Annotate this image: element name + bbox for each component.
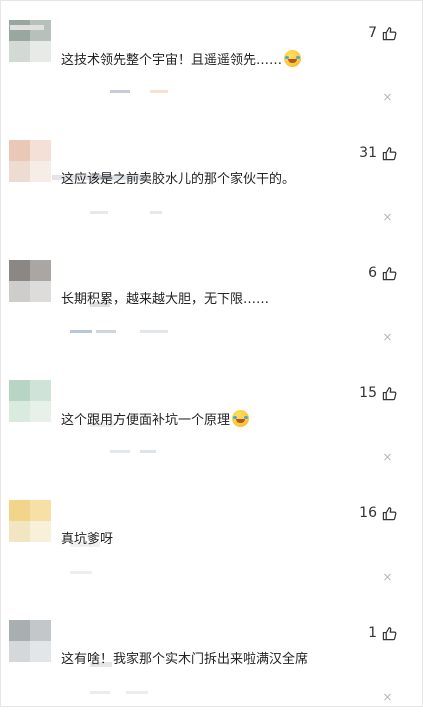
laughing-tears-emoji [232,410,250,427]
close-icon[interactable]: × [381,691,394,704]
like-count: 31 [359,145,377,161]
avatar-pixel: #cfcdcb [9,281,30,302]
avatar-pixel: #f4e0d6 [30,140,51,161]
comment-text-content: 这应该是之前卖胶水儿的那个家伙干的。 [61,172,296,187]
meta-blurred [70,559,96,574]
close-icon[interactable]: × [381,331,394,344]
avatar-pixel: #9aa7a0 [9,20,30,41]
avatar[interactable]: #a9aeb1#c3c7c9#d4d8da#e3e6e8 [9,620,51,662]
thumbs-up-icon [382,506,397,521]
avatar-pixel: #cfe3d8 [30,380,51,401]
avatar[interactable]: #8b8784#a9a6a3#cfcdcb#dedcdb [9,260,51,302]
meta-blurred [110,78,134,93]
avatar-pixel: #e9c8b8 [9,140,30,161]
comment-item: #9aa7a0#b7c0ba#d3d9d4#e6ebe7 这技术领先整个宇宙！且遥… [0,7,423,127]
avatar-pixel: #f7ede7 [30,161,51,182]
comment-item: #e9c8b8#f4e0d6#eedcd2#f7ede7 这应该是之前卖胶水儿的那… [0,127,423,247]
comment-text-content: 长期积累，越来越大胆，无下限…… [61,292,270,307]
avatar[interactable]: #f2d48a#f6e0a6#f2e6c2#f8f0d8 [9,500,51,542]
comment-item: #b7d4c5#cfe3d8#d9eade#e7f1ea 这个跟用方便面补坑一个原… [0,367,423,487]
close-icon[interactable]: × [381,451,394,464]
like-count: 1 [368,625,377,641]
comment-text: 这有啥！我家那个实木门拆出来啦满汉全席 [61,650,308,670]
thumbs-up-icon [382,146,397,161]
avatar-pixel: #e7f1ea [30,401,51,422]
laughing-tears-emoji [284,50,302,67]
avatar[interactable]: #b7d4c5#cfe3d8#d9eade#e7f1ea [9,380,51,422]
like-button[interactable]: 15 [359,385,397,401]
comment-text: 长期积累，越来越大胆，无下限…… [61,290,269,310]
like-count: 6 [368,265,377,281]
comment-text: 这技术领先整个宇宙！且遥遥领先…… [61,50,302,71]
close-icon[interactable]: × [381,91,394,104]
like-button[interactable]: 6 [368,265,397,281]
meta-blurred [96,318,120,333]
comment-text: 这应该是之前卖胶水儿的那个家伙干的。 [61,170,295,190]
avatar-pixel: #f2d48a [9,500,30,521]
meta-blurred [110,438,134,453]
comment-text-content: 这技术领先整个宇宙！且遥遥领先…… [61,53,283,68]
comment-item: #f2d48a#f6e0a6#f2e6c2#f8f0d8 真坑爹呀 16 × [0,487,423,607]
meta-blurred [150,78,172,93]
avatar[interactable]: #e9c8b8#f4e0d6#eedcd2#f7ede7 [9,140,51,182]
like-count: 15 [359,385,377,401]
like-count: 7 [368,25,377,41]
avatar-pixel: #dedcdb [30,281,51,302]
like-button[interactable]: 7 [368,25,397,41]
comment-text-content: 真坑爹呀 [61,532,114,547]
like-count: 16 [359,505,377,521]
comment-text-content: 这个跟用方便面补坑一个原理 [61,413,231,428]
meta-blurred [140,438,160,453]
avatar-pixel: #d9eade [9,401,30,422]
avatar-pixel: #c3c7c9 [30,620,51,641]
avatar-pixel: #f6e0a6 [30,500,51,521]
thumbs-up-icon [382,266,397,281]
meta-blurred [70,318,96,333]
username-blurred[interactable] [10,15,46,30]
meta-blurred [150,199,166,214]
like-button[interactable]: 16 [359,505,397,521]
close-icon[interactable]: × [381,571,394,584]
avatar-pixel: #d3d9d4 [9,41,30,62]
avatar-pixel: #8b8784 [9,260,30,281]
avatar-pixel: #d4d8da [9,641,30,662]
comment-text-content: 这有啥！我家那个实木门拆出来啦满汉全席 [61,652,309,667]
close-icon[interactable]: × [381,211,394,224]
meta-blurred [90,679,114,694]
thumbs-up-icon [382,386,397,401]
comment-item: #a9aeb1#c3c7c9#d4d8da#e3e6e8 这有啥！我家那个实木门拆… [0,607,423,727]
meta-blurred [140,318,172,333]
comment-text: 真坑爹呀 [61,530,113,550]
avatar-pixel: #b7d4c5 [9,380,30,401]
avatar-pixel: #f2e6c2 [9,521,30,542]
thumbs-up-icon [382,626,397,641]
meta-blurred [90,199,112,214]
meta-blurred [126,679,152,694]
thumbs-up-icon [382,26,397,41]
comment-text: 这个跟用方便面补坑一个原理 [61,410,250,431]
avatar-pixel: #e3e6e8 [30,641,51,662]
avatar-pixel: #b7c0ba [30,20,51,41]
comment-item: #8b8784#a9a6a3#cfcdcb#dedcdb 长期积累，越来越大胆，无… [0,247,423,367]
avatar-pixel: #e6ebe7 [30,41,51,62]
avatar-pixel: #a9aeb1 [9,620,30,641]
like-button[interactable]: 1 [368,625,397,641]
like-button[interactable]: 31 [359,145,397,161]
avatar-pixel: #eedcd2 [9,161,30,182]
avatar-pixel: #f8f0d8 [30,521,51,542]
avatar-pixel: #a9a6a3 [30,260,51,281]
